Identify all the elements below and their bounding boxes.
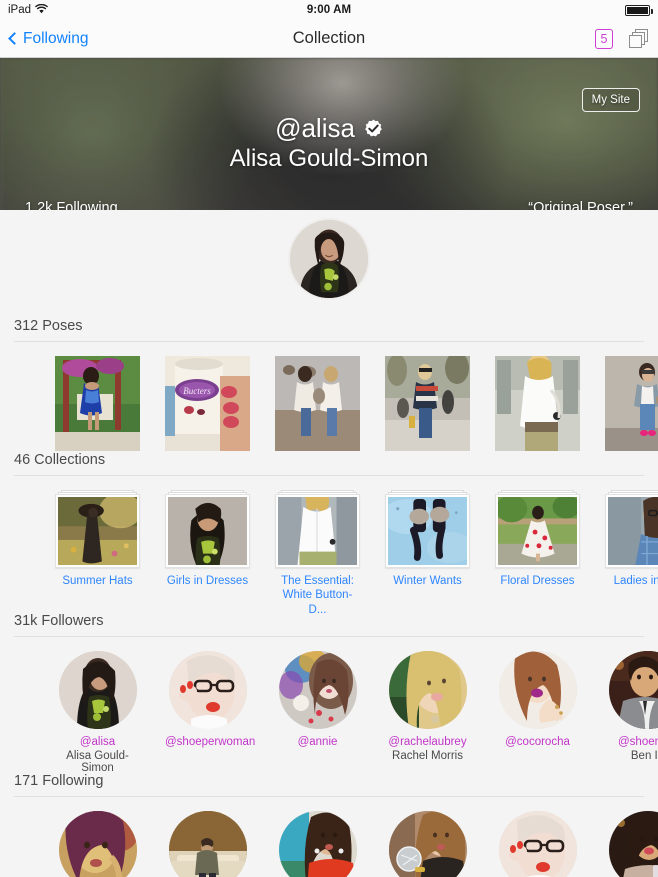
following-item[interactable]	[275, 811, 360, 877]
pose-thumbnail[interactable]	[495, 354, 580, 451]
following-item[interactable]	[55, 811, 140, 877]
follower-handle[interactable]: @cocorocha	[495, 736, 580, 748]
following-item[interactable]	[605, 811, 658, 877]
avatar	[388, 651, 467, 729]
poses-heading: 312 Poses	[14, 318, 83, 334]
pose-thumbnail[interactable]	[605, 356, 658, 451]
collections-heading: 46 Collections	[14, 452, 106, 468]
follower-item[interactable]: @alisa Alisa Gould-Simon	[55, 651, 140, 774]
profile-handle: @alisa	[275, 113, 355, 143]
collection-tile[interactable]: Floral Dresses	[495, 490, 580, 617]
followers-heading: 31k Followers	[14, 613, 104, 629]
following-heading: 171 Following	[14, 773, 104, 789]
section-following: 171 Following	[0, 773, 658, 877]
avatar	[58, 651, 137, 729]
collection-tile[interactable]: Ladies in G...	[605, 490, 658, 617]
pose-thumbnail[interactable]	[275, 356, 360, 451]
avatar	[608, 811, 658, 877]
collection-label[interactable]: Ladies in G...	[605, 574, 658, 588]
collection-stack	[605, 490, 658, 568]
follower-handle[interactable]: @annie	[275, 736, 360, 748]
avatar-image	[290, 220, 368, 298]
page-title: Collection	[292, 29, 366, 47]
follower-handle[interactable]: @shoeman	[605, 736, 658, 748]
avatar	[608, 651, 658, 729]
following-item[interactable]	[385, 811, 470, 877]
avatar-circle	[288, 218, 370, 300]
stacked-cards-icon[interactable]	[628, 28, 648, 49]
battery-full-icon	[625, 4, 653, 16]
pose-thumbnail[interactable]	[385, 352, 470, 451]
avatar	[168, 811, 247, 877]
status-bar-time: 9:00 AM	[306, 4, 352, 16]
collection-tile[interactable]: Winter Wants	[385, 490, 470, 617]
svg-text:Bucters: Bucters	[183, 386, 211, 396]
profile-content: 312 Poses Bucters 46 Collections Summer …	[0, 210, 658, 877]
profile-avatar[interactable]	[288, 218, 370, 300]
collection-stack	[55, 490, 140, 568]
avatar	[388, 811, 467, 877]
follower-name: Rachel Morris	[392, 750, 463, 762]
follower-name: Alisa Gould-Simon	[66, 750, 129, 774]
status-bar: iPad 9:00 AM	[0, 0, 658, 20]
collection-stack	[495, 490, 580, 568]
follower-item[interactable]: @rachelaubrey Rachel Morris	[385, 651, 470, 774]
follower-item[interactable]: @shoeperwoman	[165, 651, 255, 774]
poses-row: Bucters	[0, 342, 658, 451]
collection-label[interactable]: Floral Dresses	[495, 574, 580, 588]
collection-label[interactable]: The Essential: White Button-D...	[275, 574, 360, 617]
collection-stack	[275, 490, 360, 568]
section-collections: 46 Collections Summer Hats Girls in Dres…	[0, 452, 658, 617]
verified-badge-icon	[364, 119, 383, 138]
collections-row: Summer Hats Girls in Dresses The Essenti…	[0, 476, 658, 617]
pose-thumbnail[interactable]: Bucters	[165, 356, 250, 451]
avatar	[498, 811, 577, 877]
collection-tile[interactable]: The Essential: White Button-D...	[275, 490, 360, 617]
collection-tile[interactable]: Summer Hats	[55, 490, 140, 617]
following-row	[0, 797, 658, 877]
collection-label[interactable]: Summer Hats	[55, 574, 140, 588]
avatar	[278, 651, 357, 729]
avatar	[498, 651, 577, 729]
notification-badge-count: 5	[600, 31, 608, 46]
follower-item[interactable]: @cocorocha	[495, 651, 580, 774]
follower-item[interactable]: @annie	[275, 651, 360, 774]
navigation-actions: 5	[595, 28, 648, 49]
my-site-button[interactable]: My Site	[581, 88, 640, 112]
collection-label[interactable]: Winter Wants	[385, 574, 470, 588]
collection-stack	[165, 490, 250, 568]
follower-handle[interactable]: @alisa	[55, 736, 140, 748]
notification-badge[interactable]: 5	[595, 28, 613, 49]
pose-thumbnail[interactable]	[55, 356, 140, 451]
section-poses: 312 Poses Bucters	[0, 318, 658, 451]
collection-tile[interactable]: Girls in Dresses	[165, 490, 250, 617]
collection-label[interactable]: Girls in Dresses	[165, 574, 250, 588]
following-item[interactable]	[495, 811, 580, 877]
avatar	[58, 811, 137, 877]
avatar	[278, 811, 357, 877]
follower-handle[interactable]: @rachelaubrey	[385, 736, 470, 748]
follower-name: Ben Ip	[630, 750, 658, 762]
profile-handle-row: @alisa	[0, 113, 658, 144]
profile-full-name: Alisa Gould-Simon	[229, 145, 429, 172]
follower-handle[interactable]: @shoeperwoman	[165, 736, 255, 748]
section-followers: 31k Followers @alisa Alisa Gould-Simon @…	[0, 613, 658, 774]
collection-stack	[385, 490, 470, 568]
follower-item[interactable]: @shoeman Ben Ip	[605, 651, 658, 774]
avatar	[168, 651, 247, 729]
following-item[interactable]	[165, 811, 250, 877]
followers-row: @alisa Alisa Gould-Simon @shoeperwoman @…	[0, 637, 658, 774]
app-root: iPad 9:00 AM Following Collection 5 My S…	[0, 0, 658, 877]
status-bar-right	[625, 4, 653, 16]
navigation-bar: Following Collection 5	[0, 20, 658, 58]
